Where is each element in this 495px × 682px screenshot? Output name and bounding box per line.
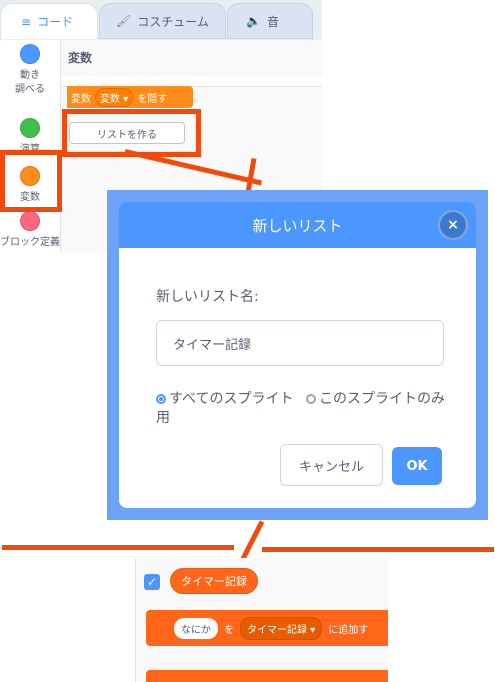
cancel-button[interactable]: キャンセル (280, 444, 383, 486)
list-name-label: 新しいリスト名: (156, 289, 259, 305)
separator-left (2, 545, 234, 550)
brush-icon: 🖌 (116, 14, 132, 28)
dialog-header: 新しいリスト × (119, 202, 476, 248)
add-to-list-block[interactable]: なにか を タイマー記録 ▾ に追加す (146, 610, 388, 646)
dialog-frame: 新しいリスト × 新しいリスト名: タイマー記録 すべてのスプライト用 このスプ… (107, 190, 488, 520)
result-crop: ✓ タイマー記録 なにか を タイマー記録 ▾ に追加す (135, 558, 388, 682)
tab-sounds[interactable]: 🔈 音 (227, 3, 313, 39)
list-reporter[interactable]: タイマー記録 (170, 568, 258, 594)
dialog-title: 新しいリスト (252, 216, 343, 235)
tab-costumes[interactable]: 🖌 コスチューム (99, 3, 226, 39)
palette-title: 変数 (68, 51, 93, 65)
my-blocks-dot-icon (20, 211, 40, 231)
list-dropdown[interactable]: タイマー記録 ▾ (240, 616, 323, 640)
arrow-to-result (239, 520, 265, 563)
category-my-blocks[interactable]: ブロック定義 (0, 211, 60, 248)
radio-unselected-icon (306, 394, 316, 404)
category-sensing[interactable]: 調べる (0, 80, 60, 95)
speaker-icon: 🔈 (246, 14, 261, 28)
close-icon: × (447, 217, 459, 233)
variable-dropdown[interactable]: 変数 ▾ (95, 87, 134, 107)
radio-this-sprite[interactable]: このスプライトのみ (306, 390, 446, 409)
radio-selected-icon (156, 394, 166, 404)
operators-dot-icon (20, 118, 40, 138)
close-button[interactable]: × (438, 210, 468, 240)
category-motion[interactable]: 動き (0, 44, 60, 81)
item-input[interactable]: なにか (174, 617, 218, 639)
highlight-variables-category (0, 150, 62, 212)
tab-code[interactable]: ≡ コード (0, 3, 98, 39)
code-icon: ≡ (21, 14, 32, 29)
check-icon: ✓ (146, 575, 158, 589)
next-list-block[interactable] (146, 670, 388, 682)
separator-right (262, 547, 494, 552)
new-list-dialog: 新しいリスト × 新しいリスト名: タイマー記録 すべてのスプライト用 このスプ… (119, 202, 476, 508)
radio-all-sprites[interactable]: すべてのスプライト用 (156, 390, 302, 428)
motion-dot-icon (20, 44, 40, 64)
category-list: 動き 調べる 演算 変数 ブロック定義 (0, 40, 61, 252)
ok-button[interactable]: OK (392, 447, 442, 485)
hide-variable-block[interactable]: 変数 変数 ▾ を隠す (67, 86, 193, 108)
list-checkbox[interactable]: ✓ (144, 574, 160, 590)
list-name-input[interactable]: タイマー記録 (156, 320, 444, 366)
